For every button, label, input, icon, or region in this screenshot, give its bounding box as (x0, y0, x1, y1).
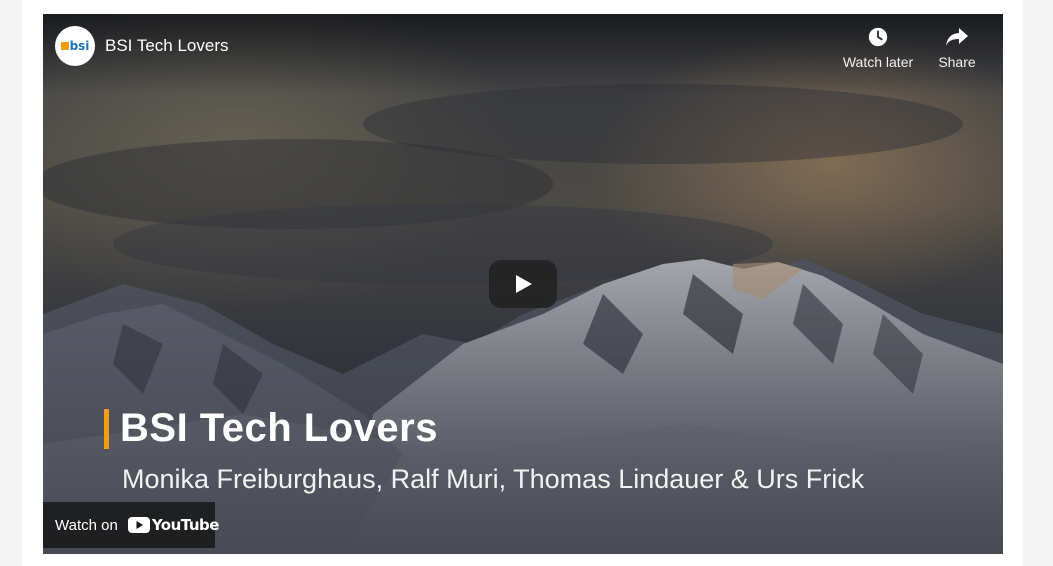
clock-icon (868, 27, 888, 47)
watch-later-label: Watch later (842, 54, 914, 70)
share-label: Share (938, 54, 976, 70)
watch-on-youtube-button[interactable]: Watch on YouTube (43, 502, 219, 548)
share-arrow-icon (946, 28, 968, 46)
watch-on-label: Watch on (55, 516, 118, 534)
youtube-play-icon (127, 517, 150, 533)
watch-later-button[interactable]: Watch later (840, 26, 916, 76)
overlay-title: BSI Tech Lovers (120, 406, 438, 450)
overlay-subtitle: Monika Freiburghaus, Ralf Muri, Thomas L… (122, 464, 865, 494)
play-button[interactable] (489, 260, 557, 308)
play-icon (516, 275, 532, 293)
share-button[interactable]: Share (932, 26, 982, 76)
channel-avatar[interactable]: bsi (55, 26, 95, 66)
youtube-wordmark: YouTube (151, 516, 220, 534)
channel-logo-mark (60, 42, 69, 50)
channel-logo-text: bsi (69, 39, 90, 53)
video-title[interactable]: BSI Tech Lovers (105, 36, 228, 56)
youtube-logo: YouTube (127, 516, 220, 534)
video-player[interactable]: bsi BSI Tech Lovers Watch later Share BS… (43, 14, 1003, 554)
title-accent-bar (104, 409, 109, 449)
